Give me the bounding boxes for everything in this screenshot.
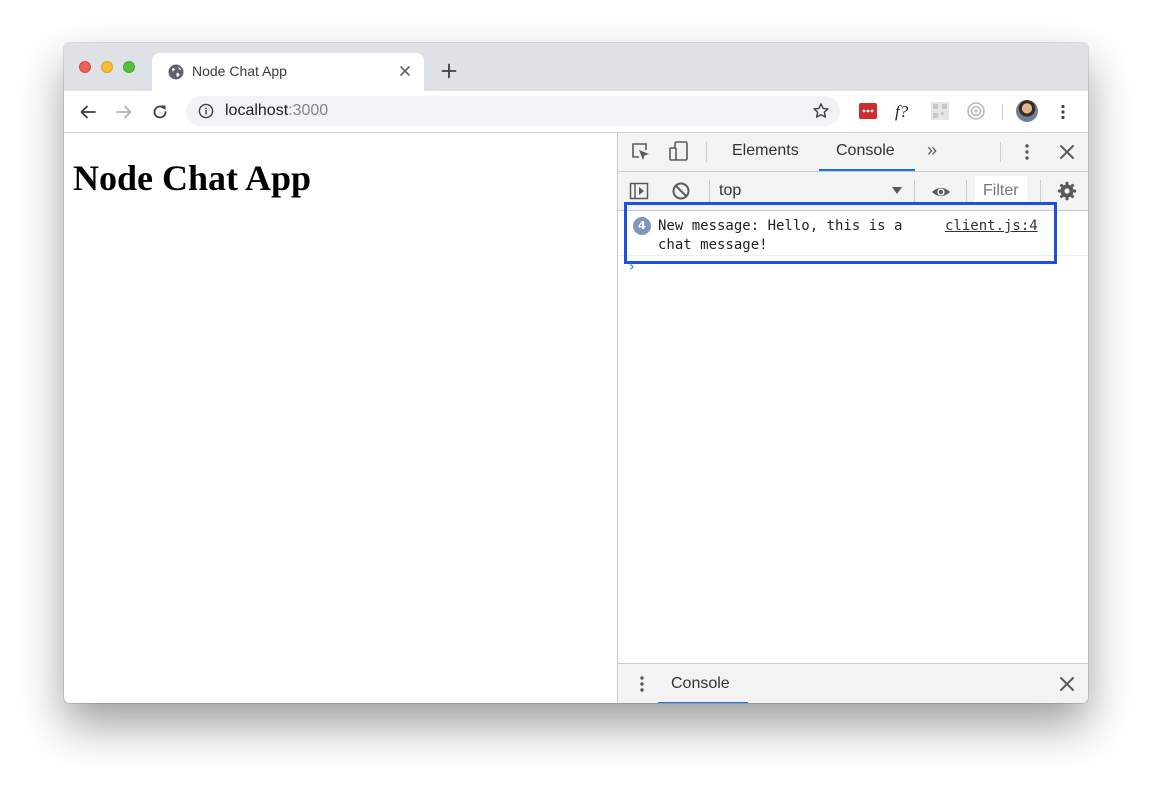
url-host: localhost bbox=[225, 102, 289, 119]
filter-input[interactable]: Filter bbox=[975, 176, 1027, 204]
bookmark-star-icon[interactable] bbox=[812, 102, 830, 120]
eye-icon[interactable] bbox=[931, 182, 951, 202]
globe-icon bbox=[168, 64, 184, 80]
sidebar-toggle-icon[interactable] bbox=[629, 181, 649, 201]
url-text[interactable]: localhost:3000 bbox=[225, 102, 328, 120]
devtools-separator bbox=[1000, 142, 1001, 162]
toolbar-separator bbox=[1002, 104, 1003, 120]
devtools-separator bbox=[966, 180, 967, 202]
more-tabs-icon[interactable]: » bbox=[927, 140, 937, 161]
browser-tab[interactable]: Node Chat App bbox=[152, 53, 424, 91]
tab-console[interactable]: Console bbox=[836, 142, 895, 160]
devtools-separator bbox=[1040, 180, 1041, 202]
back-icon[interactable] bbox=[79, 103, 97, 121]
devtools-tab-bar: Elements Console » bbox=[618, 133, 1088, 172]
target-icon[interactable] bbox=[966, 101, 986, 121]
devtools-drawer: Console bbox=[618, 663, 1088, 703]
console-output: 4 New message: Hello, this is a chat mes… bbox=[618, 202, 1088, 663]
inspect-element-icon[interactable] bbox=[631, 142, 651, 162]
active-tab-indicator bbox=[819, 169, 915, 171]
forward-icon[interactable] bbox=[115, 103, 133, 121]
svg-text:f?: f? bbox=[895, 102, 909, 121]
devtools-separator bbox=[914, 180, 915, 202]
devtools-separator bbox=[709, 180, 710, 202]
window-minimize-button[interactable] bbox=[101, 61, 113, 73]
menu-dots-icon[interactable] bbox=[1054, 103, 1072, 121]
reload-icon[interactable] bbox=[151, 103, 169, 121]
qr-icon[interactable] bbox=[930, 101, 950, 121]
close-devtools-icon[interactable] bbox=[1057, 142, 1077, 162]
devtools-separator bbox=[706, 142, 707, 162]
profile-avatar[interactable] bbox=[1016, 100, 1038, 122]
window-maximize-button[interactable] bbox=[123, 61, 135, 73]
fontface-icon[interactable]: f? bbox=[894, 101, 914, 121]
page-title: Node Chat App bbox=[73, 158, 312, 198]
browser-window: Node Chat App localhost:3000 f? Node Cha… bbox=[64, 43, 1088, 703]
clear-console-icon[interactable] bbox=[671, 181, 691, 201]
drawer-tab-console[interactable]: Console bbox=[671, 675, 730, 693]
url-port: :3000 bbox=[288, 102, 329, 119]
close-tab-icon[interactable] bbox=[397, 63, 413, 79]
customize-menu-icon[interactable] bbox=[1017, 142, 1037, 162]
devtools-panel: Elements Console » top Filter 4 New mess… bbox=[617, 133, 1088, 703]
address-bar[interactable]: localhost:3000 bbox=[186, 96, 840, 126]
lastpass-icon[interactable] bbox=[858, 101, 878, 121]
dropdown-arrow-icon[interactable] bbox=[892, 187, 902, 194]
browser-toolbar: localhost:3000 f? bbox=[64, 91, 1088, 133]
console-prompt[interactable]: › bbox=[629, 259, 635, 275]
device-toolbar-icon[interactable] bbox=[669, 141, 689, 161]
window-close-button[interactable] bbox=[79, 61, 91, 73]
context-selector[interactable]: top bbox=[719, 182, 741, 200]
drawer-active-indicator bbox=[658, 702, 748, 703]
web-page: Node Chat App bbox=[64, 133, 617, 703]
highlight-box bbox=[624, 202, 1057, 264]
tab-elements[interactable]: Elements bbox=[732, 142, 799, 160]
tab-strip: Node Chat App bbox=[64, 43, 1088, 91]
tab-title: Node Chat App bbox=[192, 63, 287, 79]
close-drawer-icon[interactable] bbox=[1057, 674, 1077, 694]
new-tab-icon[interactable] bbox=[441, 63, 457, 79]
info-icon[interactable] bbox=[198, 103, 214, 119]
gear-icon[interactable] bbox=[1057, 181, 1077, 201]
filter-placeholder: Filter bbox=[983, 182, 1019, 199]
drawer-menu-icon[interactable] bbox=[632, 674, 652, 694]
